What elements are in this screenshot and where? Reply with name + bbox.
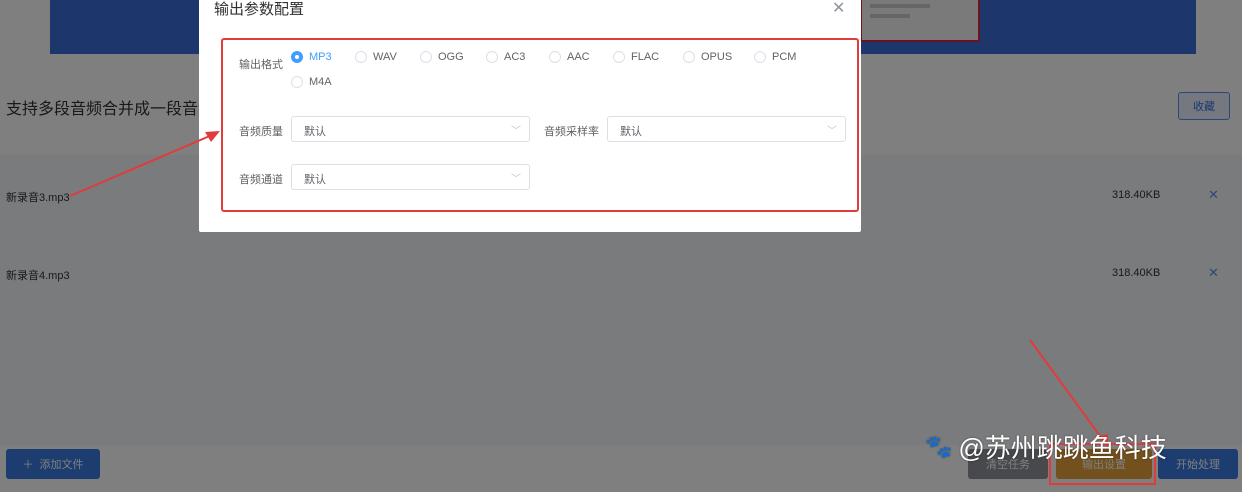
radio-icon [420,51,432,63]
chevron-down-icon: ﹀ [511,126,521,137]
samplerate-select[interactable]: 默认 ﹀ [607,116,846,142]
dialog-title: 输出参数配置 [214,1,305,18]
format-radio-ogg[interactable]: OGG [420,51,464,63]
radio-icon [754,51,766,63]
format-radio-mp3[interactable]: MP3 [291,51,332,63]
channel-label: 音频通道 [239,174,283,186]
chevron-down-icon: ﹀ [511,174,521,185]
watermark: 🐾 @苏州跳跳鱼科技 [925,428,1167,465]
radio-checked-icon [291,51,303,63]
format-radio-m4a[interactable]: M4A [291,76,332,88]
paw-logo-icon: 🐾 [925,433,953,459]
radio-icon [613,51,625,63]
quality-label: 音频质量 [239,126,283,138]
format-label: 输出格式 [239,59,283,71]
quality-select[interactable]: 默认 ﹀ [291,116,530,142]
quality-value: 默认 [304,126,326,138]
radio-icon [683,51,695,63]
format-radio-opus[interactable]: OPUS [683,51,732,63]
chevron-down-icon: ﹀ [827,126,837,137]
format-radio-pcm[interactable]: PCM [754,51,796,63]
close-icon[interactable]: ✕ [832,0,845,18]
samplerate-label: 音频采样率 [544,126,599,138]
channel-value: 默认 [304,174,326,186]
format-radio-aac[interactable]: AAC [549,51,590,63]
channel-select[interactable]: 默认 ﹀ [291,164,530,190]
output-settings-dialog: 输出参数配置 ✕ 输出格式 MP3 WAV OGG AC3 AAC FLAC O… [199,0,861,232]
format-radio-ac3[interactable]: AC3 [486,51,525,63]
radio-icon [291,76,303,88]
radio-icon [549,51,561,63]
format-radio-wav[interactable]: WAV [355,51,397,63]
format-radio-flac[interactable]: FLAC [613,51,659,63]
watermark-text: @苏州跳跳鱼科技 [958,433,1167,463]
radio-icon [486,51,498,63]
samplerate-value: 默认 [620,126,642,138]
radio-icon [355,51,367,63]
